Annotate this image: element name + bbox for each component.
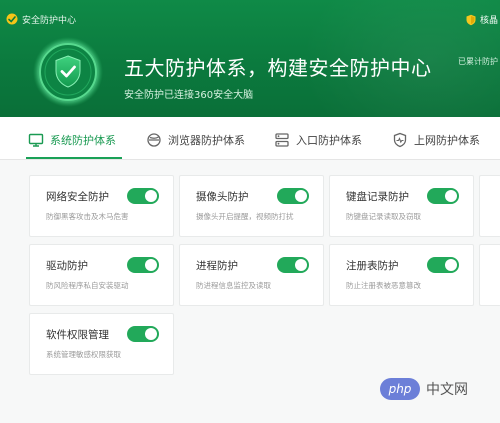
card-description: 摄像头开启提醒，视频防打扰 <box>196 212 294 221</box>
card-process-protection[interactable]: 进程防护 防进程信息监控及读取 <box>179 244 324 306</box>
card-title: 进程防护 <box>196 260 238 272</box>
card-camera-protection[interactable]: 摄像头防护 摄像头开启提醒，视频防打扰 <box>179 175 324 237</box>
tab-label: 入口防护体系 <box>296 134 362 147</box>
shield-badge-icon <box>466 14 476 25</box>
tab-bar: 系统防护体系 浏览器防护体系 入口防护体系 上网防护体系 <box>0 117 500 161</box>
user-area[interactable]: 核晶 <box>465 13 498 26</box>
card-description: 防御黑客攻击及木马危害 <box>46 212 129 221</box>
card-network-protection[interactable]: 网络安全防护 防御黑客攻击及木马危害 <box>29 175 174 237</box>
card-keylogger-protection[interactable]: 键盘记录防护 防键盘记录读取及窃取 <box>329 175 474 237</box>
toggle-switch[interactable] <box>127 257 159 273</box>
php-logo: php <box>380 378 420 400</box>
monitor-icon <box>28 133 44 147</box>
toggle-switch[interactable] <box>277 188 309 204</box>
tab-browser-protection[interactable]: 浏览器防护体系 <box>146 131 245 149</box>
tab-label: 系统防护体系 <box>50 134 116 147</box>
card-title: 网络安全防护 <box>46 191 109 203</box>
card-description: 防键盘记录读取及窃取 <box>346 212 421 221</box>
blocked-counter-label: 已累计防护 <box>458 57 498 66</box>
shield-pulse-icon <box>393 132 407 148</box>
card-description: 防风险程序私自安装驱动 <box>46 281 129 290</box>
360-logo-icon <box>6 13 18 25</box>
toggle-knob <box>145 328 157 340</box>
user-name: 核晶 <box>479 16 498 26</box>
card-partial-offscreen[interactable] <box>479 244 500 306</box>
tab-label: 浏览器防护体系 <box>168 134 245 147</box>
toggle-switch[interactable] <box>127 188 159 204</box>
toggle-switch[interactable] <box>277 257 309 273</box>
card-title: 软件权限管理 <box>46 329 109 341</box>
tab-label: 上网防护体系 <box>414 134 480 147</box>
php-watermark: php 中文网 <box>380 376 486 402</box>
toggle-knob <box>145 259 157 271</box>
toggle-knob <box>295 190 307 202</box>
card-title: 摄像头防护 <box>196 191 249 203</box>
banner-headline: 五大防护体系，构建安全防护中心 <box>124 56 432 80</box>
shield-check-icon <box>33 37 103 107</box>
card-title: 键盘记录防护 <box>346 191 409 203</box>
card-description: 防止注册表被恶意篡改 <box>346 281 421 290</box>
toggle-knob <box>295 259 307 271</box>
toggle-switch[interactable] <box>427 257 459 273</box>
banner-subline: 安全防护已连接360安全大脑 <box>124 90 254 101</box>
toggle-knob <box>445 190 457 202</box>
header-banner: 安全防护中心 核晶 五大防护体系，构建安全防护中心 安全防护已连接360安全大脑… <box>0 0 500 117</box>
tab-entry-protection[interactable]: 入口防护体系 <box>274 131 362 149</box>
card-partial-offscreen[interactable] <box>479 175 500 237</box>
card-title: 驱动防护 <box>46 260 88 272</box>
toggle-knob <box>145 190 157 202</box>
card-description: 系统管理敏感权限获取 <box>46 350 121 359</box>
window-title: 安全防护中心 <box>22 16 77 26</box>
tab-internet-protection[interactable]: 上网防护体系 <box>392 131 480 149</box>
card-driver-protection[interactable]: 驱动防护 防风险程序私自安装驱动 <box>29 244 174 306</box>
card-registry-protection[interactable]: 注册表防护 防止注册表被恶意篡改 <box>329 244 474 306</box>
toggle-knob <box>445 259 457 271</box>
watermark-text: 中文网 <box>426 382 468 398</box>
tab-system-protection[interactable]: 系统防护体系 <box>28 131 116 149</box>
card-description: 防进程信息监控及读取 <box>196 281 271 290</box>
toggle-switch[interactable] <box>427 188 459 204</box>
toggle-switch[interactable] <box>127 326 159 342</box>
card-software-permission[interactable]: 软件权限管理 系统管理敏感权限获取 <box>29 313 174 375</box>
card-title: 注册表防护 <box>346 260 399 272</box>
browser-icon <box>147 133 161 147</box>
entry-icon <box>275 133 289 147</box>
